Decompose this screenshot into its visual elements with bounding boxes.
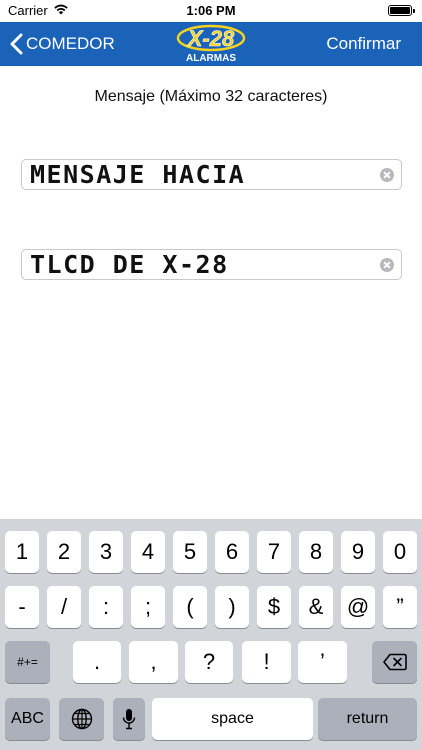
keyboard: 1 2 3 4 5 6 7 8 9 0 - / : ; ( ) $ & @ ” …: [0, 519, 422, 750]
key-colon[interactable]: :: [89, 586, 123, 628]
key-question[interactable]: ?: [185, 641, 233, 683]
svg-text:ALARMAS: ALARMAS: [186, 53, 236, 64]
dictation-key[interactable]: [113, 698, 145, 740]
delete-key[interactable]: [372, 641, 417, 683]
chevron-left-icon: [10, 33, 23, 55]
key-9[interactable]: 9: [341, 531, 375, 573]
message-line1-input[interactable]: [30, 160, 370, 189]
microphone-icon: [122, 709, 136, 730]
key-7[interactable]: 7: [257, 531, 291, 573]
x28-alarmas-logo: X-28 ALARMAS: [176, 24, 246, 64]
space-key[interactable]: space: [152, 698, 313, 740]
key-6[interactable]: 6: [215, 531, 249, 573]
key-dollar[interactable]: $: [257, 586, 291, 628]
abc-key[interactable]: ABC: [5, 698, 50, 740]
key-slash[interactable]: /: [47, 586, 81, 628]
globe-key[interactable]: [59, 698, 104, 740]
return-key[interactable]: return: [318, 698, 417, 740]
key-exclamation[interactable]: !: [242, 641, 291, 683]
key-hyphen[interactable]: -: [5, 586, 39, 628]
backspace-icon: [382, 653, 407, 671]
confirm-button[interactable]: Confirmar: [326, 22, 401, 66]
key-5[interactable]: 5: [173, 531, 207, 573]
back-button[interactable]: COMEDOR: [10, 22, 115, 66]
globe-icon: [71, 708, 92, 730]
status-bar: Carrier 1:06 PM: [0, 0, 422, 22]
key-8[interactable]: 8: [299, 531, 333, 573]
battery-icon: [388, 5, 415, 16]
key-open-paren[interactable]: (: [173, 586, 207, 628]
key-3[interactable]: 3: [89, 531, 123, 573]
clear-line2-icon[interactable]: [380, 258, 394, 272]
key-1[interactable]: 1: [5, 531, 39, 573]
svg-text:X-28: X-28: [186, 26, 235, 51]
key-2[interactable]: 2: [47, 531, 81, 573]
key-comma[interactable]: ,: [129, 641, 178, 683]
clock: 1:06 PM: [186, 3, 236, 18]
key-4[interactable]: 4: [131, 531, 165, 573]
key-semicolon[interactable]: ;: [131, 586, 165, 628]
key-at[interactable]: @: [341, 586, 375, 628]
nav-bar: COMEDOR X-28 ALARMAS Confirmar: [0, 22, 422, 66]
back-button-label: COMEDOR: [26, 34, 115, 53]
key-apostrophe[interactable]: ’: [298, 641, 347, 683]
key-quote[interactable]: ”: [383, 586, 417, 628]
symbols-key[interactable]: #+=: [5, 641, 50, 683]
key-period[interactable]: .: [73, 641, 121, 683]
key-close-paren[interactable]: ): [215, 586, 249, 628]
key-ampersand[interactable]: &: [299, 586, 333, 628]
message-line1-field[interactable]: [21, 159, 402, 190]
message-line2-field[interactable]: [21, 249, 402, 280]
clear-line1-icon[interactable]: [380, 168, 394, 182]
key-0[interactable]: 0: [383, 531, 417, 573]
message-hint: Mensaje (Máximo 32 caracteres): [94, 88, 328, 105]
message-line2-input[interactable]: [30, 250, 370, 279]
